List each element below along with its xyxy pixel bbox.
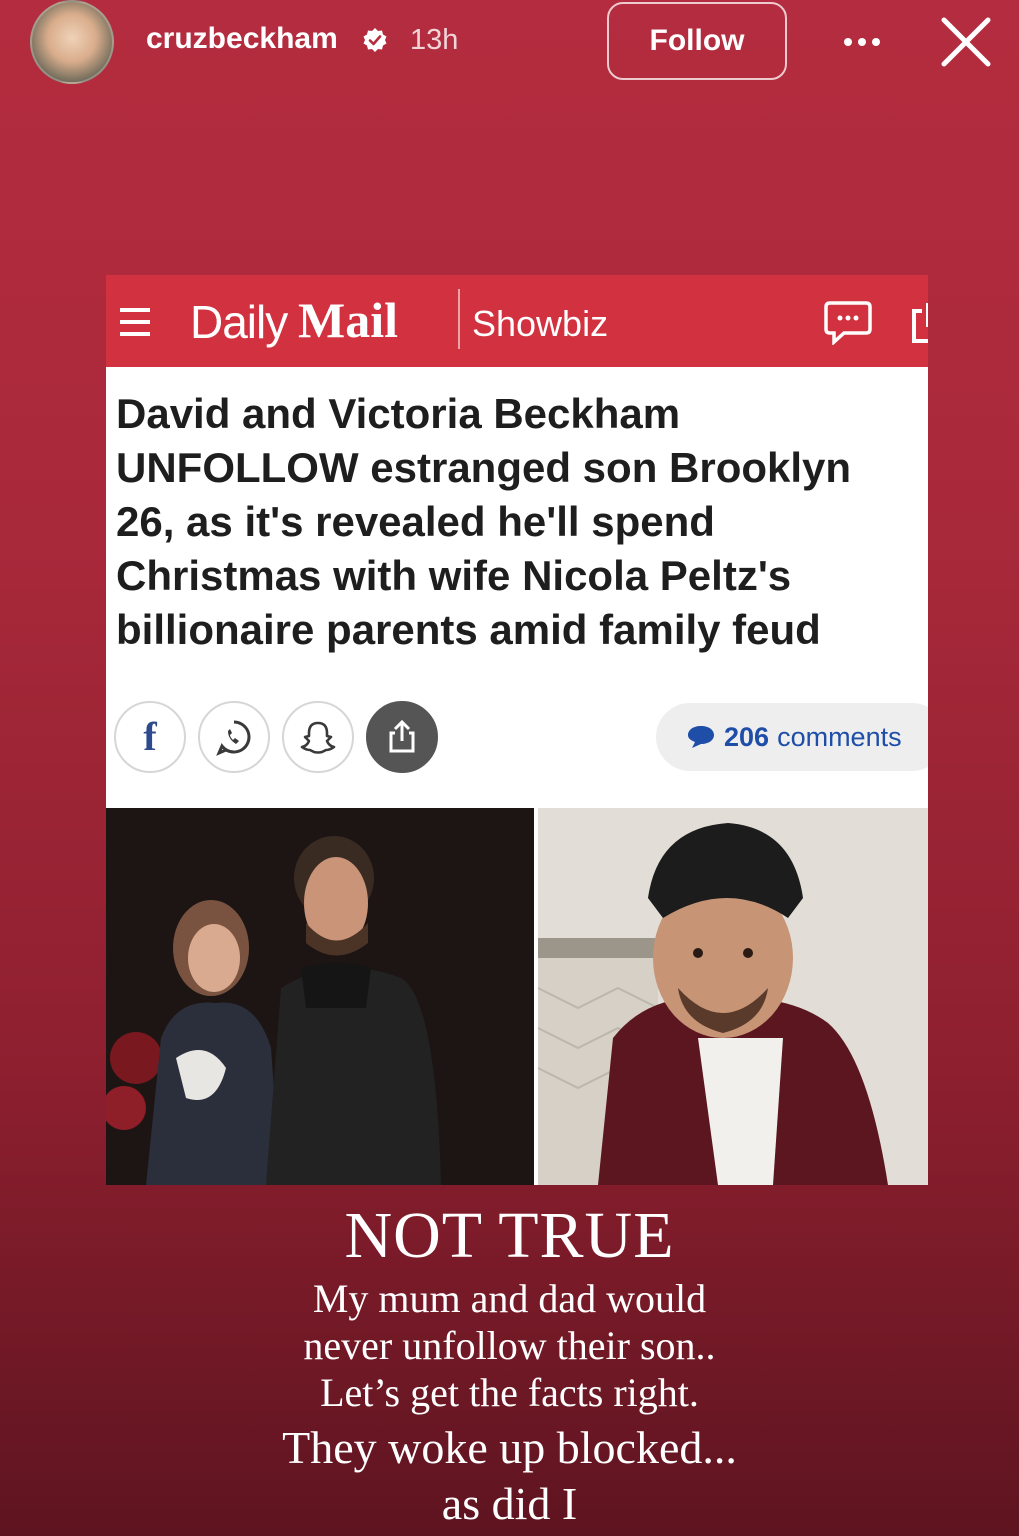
- comment-bubble-icon[interactable]: [824, 299, 872, 345]
- article-card[interactable]: Daily Mail Showbiz David and Victoria Be…: [106, 275, 928, 1185]
- brand-daily: Daily: [190, 296, 288, 348]
- hamburger-menu-icon[interactable]: [118, 305, 152, 339]
- caption-heading: NOT TRUE: [344, 1199, 675, 1272]
- comments-label: comments: [777, 721, 902, 752]
- whatsapp-share-button[interactable]: [198, 701, 270, 773]
- share-icon: [389, 719, 415, 753]
- article-headline[interactable]: David and Victoria Beckham UNFOLLOW estr…: [116, 387, 928, 657]
- comments-count: 206: [724, 721, 770, 752]
- headline-line: billionaire parents amid family feud: [116, 606, 821, 653]
- facebook-share-button[interactable]: f: [114, 701, 186, 773]
- share-buttons: f: [114, 701, 454, 777]
- whatsapp-icon: [216, 720, 251, 756]
- snapchat-icon: [300, 721, 336, 754]
- avatar[interactable]: [30, 0, 114, 84]
- photo-right-illustration: [538, 808, 928, 1185]
- timestamp: 13h: [410, 24, 459, 56]
- caption-closing-line: as did I: [441, 1478, 578, 1529]
- snapchat-share-button[interactable]: [282, 701, 354, 773]
- comments-button[interactable]: 206 comments: [656, 703, 928, 771]
- photo-left-illustration: [106, 808, 534, 1185]
- share-icon[interactable]: [910, 301, 928, 345]
- comment-bubble-icon: [688, 726, 714, 748]
- more-dots-icon[interactable]: [840, 20, 884, 64]
- dailymail-header: Daily Mail Showbiz: [106, 275, 928, 367]
- headline-line: 26, as it's revealed he'll spend: [116, 498, 715, 545]
- section-label: Showbiz: [472, 303, 609, 344]
- share-button[interactable]: [366, 701, 438, 773]
- header-divider: [458, 289, 460, 349]
- username[interactable]: cruzbeckham: [146, 22, 338, 56]
- follow-button[interactable]: Follow: [607, 2, 787, 80]
- caption-line: Let’s get the facts right.: [320, 1370, 699, 1415]
- photo-brooklyn[interactable]: [538, 808, 928, 1185]
- brand-mail: Mail: [298, 292, 398, 348]
- caption-line: never unfollow their son..: [303, 1323, 716, 1368]
- caption-line: My mum and dad would: [312, 1276, 707, 1321]
- close-icon[interactable]: [938, 14, 994, 70]
- headline-line: Christmas with wife Nicola Peltz's: [116, 552, 792, 599]
- facebook-icon: f: [143, 714, 157, 759]
- caption-closing-line: They woke up blocked...: [282, 1422, 737, 1473]
- headline-line: UNFOLLOW estranged son Brooklyn: [116, 444, 852, 491]
- story-header: cruzbeckham 13h Follow: [0, 0, 1019, 90]
- headline-line: David and Victoria Beckham: [116, 390, 681, 437]
- photo-david-victoria[interactable]: [106, 808, 534, 1185]
- verified-badge-icon: [363, 28, 387, 52]
